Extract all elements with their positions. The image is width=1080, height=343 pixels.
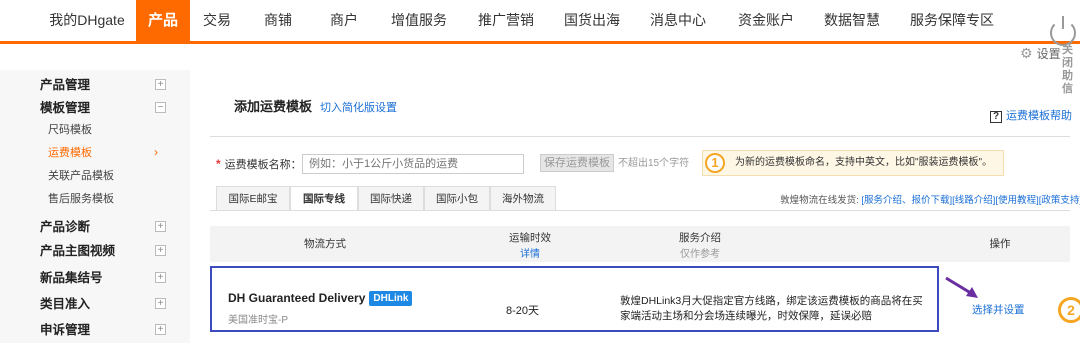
help-link[interactable]: ? 运费模板帮助 <box>990 107 1072 123</box>
settings-link[interactable]: ⚙ 设置 <box>1020 44 1061 62</box>
links-prefix: 敦煌物流在线发货: <box>780 195 862 206</box>
sidebar-item-appeal-management[interactable]: 申诉管理 + <box>40 320 170 340</box>
tip-text: 为新的运费模板命名，支持中英文，比如"服装运费模板"。 <box>735 157 993 168</box>
nav-item-store[interactable]: 商铺 <box>258 0 298 41</box>
header-action: 操作 <box>989 238 1011 250</box>
sidebar-item-product-management[interactable]: 产品管理 + <box>40 75 170 95</box>
header-time: 运输时效 详情 <box>480 226 580 262</box>
table-row: DH Guaranteed Delivery DHLink 美国准时宝-P 8-2… <box>210 266 939 332</box>
carrier-name: DH Guaranteed Delivery DHLink <box>228 291 413 306</box>
tab-overseas-logistics[interactable]: 海外物流 <box>490 186 556 211</box>
sidebar-item-product-diagnosis[interactable]: 产品诊断 + <box>40 217 170 237</box>
dhlink-badge: DHLink <box>369 291 413 306</box>
table-header: 物流方式 运输时效 详情 服务介绍 仅作参考 操作 <box>210 226 1070 262</box>
switch-simple-mode-link[interactable]: 切入简化版设置 <box>320 102 397 114</box>
expand-icon[interactable]: + <box>155 245 166 256</box>
arrow-pointer-icon <box>945 276 978 298</box>
sidebar-item-related-products-template[interactable]: 关联产品模板 <box>40 165 170 185</box>
question-icon: ? <box>990 111 1002 123</box>
required-marker: * <box>216 157 221 171</box>
nav-item-marketing[interactable]: 推广营销 <box>474 0 538 41</box>
gear-icon: ⚙ <box>1020 45 1033 61</box>
save-template-button[interactable]: 保存运费模板 <box>540 154 614 172</box>
link-service-intro[interactable]: [服务介绍、报价下载] <box>861 195 952 206</box>
nav-item-messages[interactable]: 消息中心 <box>646 0 710 41</box>
template-name-label: 运费模板名称： <box>224 159 302 171</box>
chevron-right-icon: › <box>154 145 158 159</box>
expand-icon[interactable]: + <box>155 298 166 309</box>
nav-item-my-dhgate[interactable]: 我的DHgate <box>38 0 136 41</box>
tab-intl-express[interactable]: 国际快递 <box>358 186 424 211</box>
nav-item-products[interactable]: 产品 <box>136 0 190 41</box>
tab-intl-dedicated-line[interactable]: 国际专线 <box>290 186 358 211</box>
nav-item-trade[interactable]: 交易 <box>202 0 232 41</box>
link-policy[interactable]: [政策支持] <box>1039 195 1080 206</box>
expand-icon[interactable]: + <box>155 79 166 90</box>
expand-icon[interactable]: + <box>155 221 166 232</box>
sidebar-item-template-management[interactable]: 模板管理 − <box>40 98 170 118</box>
tab-intl-small-packet[interactable]: 国际小包 <box>424 186 490 211</box>
nav-item-value-added[interactable]: 增值服务 <box>384 0 454 41</box>
nav-item-funds[interactable]: 资金账户 <box>734 0 798 41</box>
expand-icon[interactable]: + <box>155 272 166 283</box>
char-limit-hint: 不超出15个字符 <box>618 158 690 169</box>
settings-label: 设置 <box>1036 47 1061 61</box>
page-title: 添加运费模板 切入简化版设置 <box>234 96 397 115</box>
step-two-badge: 2 <box>1058 297 1080 323</box>
collapse-icon[interactable]: − <box>155 102 166 113</box>
sidebar-item-main-image-video[interactable]: 产品主图视频 + <box>40 241 170 261</box>
header-method: 物流方式 <box>304 238 346 250</box>
sidebar-item-after-sales-template[interactable]: 售后服务模板 <box>40 188 170 208</box>
nav-item-data[interactable]: 数据智慧 <box>820 0 884 41</box>
page-title-text: 添加运费模板 <box>234 99 313 114</box>
time-details-link[interactable]: 详情 <box>480 245 580 260</box>
service-description: 敦煌DHLink3月大促指定官方线路，绑定该运费模板的商品将在买家端活动主场和分… <box>620 295 923 322</box>
tab-intl-epacket[interactable]: 国际E邮宝 <box>216 186 290 211</box>
divider <box>210 136 1070 137</box>
sidebar-item-category-access[interactable]: 类目准入 + <box>40 294 170 314</box>
nav-item-export[interactable]: 国货出海 <box>560 0 624 41</box>
transit-time: 8-20天 <box>506 305 540 317</box>
sidebar-item-size-template[interactable]: 尺码模板 <box>40 119 170 139</box>
tip-box: 1 为新的运费模板命名，支持中英文，比如"服装运费模板"。 <box>702 150 1004 176</box>
template-name-input[interactable] <box>302 154 524 174</box>
top-navigation: 我的DHgate 产品 交易 商铺 商户 增值服务 推广营销 国货出海 消息中心… <box>0 0 1080 44</box>
expand-icon[interactable]: + <box>155 324 166 335</box>
logistics-links: 敦煌物流在线发货: [服务介绍、报价下载][线路介绍][使用教程][政策支持] <box>780 192 1080 206</box>
main-content: 添加运费模板切入简化版设置 ?运费模板帮助 *运费模板名称： 保存运费模板 不超… <box>210 70 1080 343</box>
step-number-badge: 1 <box>705 153 725 173</box>
sidebar-item-shipping-template[interactable]: 运费模板 › <box>40 142 170 162</box>
carrier-sub: 美国准时宝-P <box>228 315 288 326</box>
link-route-intro[interactable]: [线路介绍] <box>952 195 995 206</box>
select-and-configure-link[interactable]: 选择并设置 <box>972 302 1025 317</box>
nav-item-merchant[interactable]: 商户 <box>324 0 364 41</box>
link-tutorial[interactable]: [使用教程] <box>995 195 1038 206</box>
sidebar: 产品管理 + 模板管理 − 尺码模板 运费模板 › 关联产品模板 售后服务模板 … <box>0 70 190 343</box>
header-service: 服务介绍 仅作参考 <box>679 232 721 260</box>
sidebar-item-new-products[interactable]: 新品集结号 + <box>40 268 170 288</box>
nav-item-service[interactable]: 服务保障专区 <box>906 0 998 41</box>
template-name-row: *运费模板名称： 保存运费模板 不超出15个字符 1 为新的运费模板命名，支持中… <box>216 150 1076 176</box>
